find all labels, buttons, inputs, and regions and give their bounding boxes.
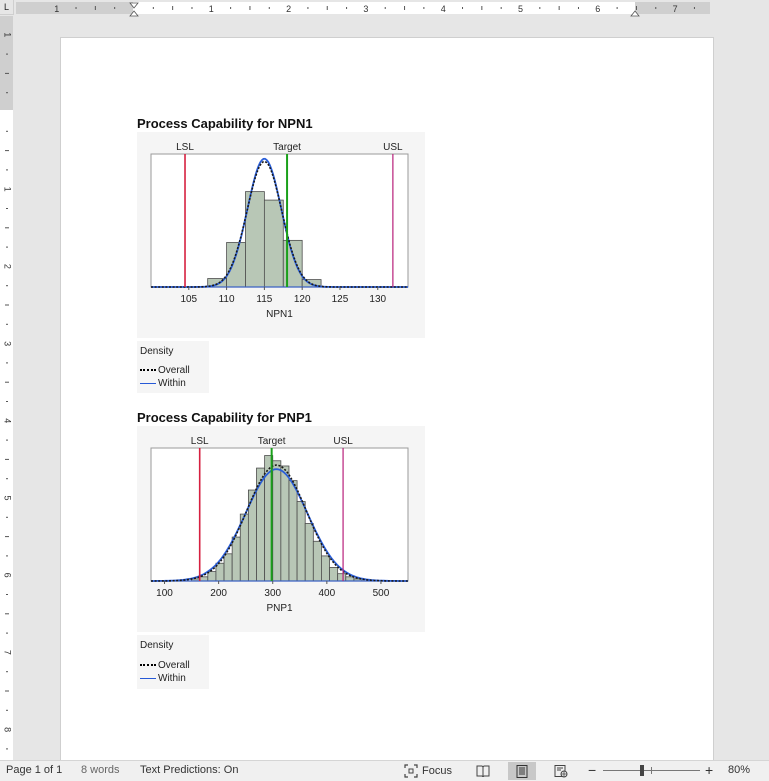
right-indent-marker <box>630 10 640 17</box>
zoom-out-button[interactable]: − <box>588 762 596 778</box>
histogram-bar <box>304 523 314 582</box>
x-axis-label: PNP1 <box>266 603 293 614</box>
ruler-number: 5 <box>518 4 523 14</box>
print-layout-button[interactable] <box>508 762 536 780</box>
x-tick-label: 300 <box>264 588 281 599</box>
histogram-bar <box>337 573 347 582</box>
histogram-bar <box>272 460 282 582</box>
histogram-bar <box>263 199 284 288</box>
ruler-number: 1 <box>3 32 13 37</box>
histogram-bar <box>280 465 290 582</box>
legend-within: Within <box>140 672 186 684</box>
x-tick-label: 100 <box>156 588 173 599</box>
legend-within-swatch <box>140 677 156 679</box>
x-tick-label: 120 <box>294 294 311 305</box>
ruler-number: 2 <box>3 264 13 269</box>
read-mode-button[interactable] <box>472 762 494 780</box>
legend-overall-swatch <box>140 369 156 371</box>
zoom-slider-center-mark <box>651 767 652 774</box>
spec-label-lsl: LSL <box>176 142 194 153</box>
zoom-slider-thumb[interactable] <box>639 765 644 776</box>
legend-overall: Overall <box>140 364 190 376</box>
x-tick-label: 125 <box>332 294 349 305</box>
x-axis-label: NPN1 <box>266 309 293 320</box>
word-count[interactable]: 8 words <box>81 764 120 776</box>
zoom-in-button[interactable]: + <box>705 762 713 778</box>
histogram-bar <box>312 540 322 582</box>
legend-overall: Overall <box>140 659 190 671</box>
legend-overall-swatch <box>140 664 156 666</box>
chart-title-pnp1: Process Capability for PNP1 <box>137 410 312 425</box>
first-line-indent-marker <box>129 2 139 9</box>
chart-npn1[interactable]: LSL Target USL 105 110 115 120 125 130 NPN1 <box>137 132 425 338</box>
page-count[interactable]: Page 1 of 1 <box>6 764 62 776</box>
histogram-pnp1: LSL Target USL 100 200 300 400 500 PNP1 <box>150 436 409 614</box>
legend-npn1[interactable]: Density Overall Within <box>137 341 209 393</box>
horizontal-ruler-marks: 1 1 2 3 4 5 6 7 <box>54 2 695 17</box>
zoom-level[interactable]: 80% <box>728 764 750 776</box>
ruler-number: 5 <box>3 495 13 500</box>
legend-title: Density <box>140 346 174 357</box>
ruler-number: 1 <box>3 187 13 192</box>
hanging-indent-marker <box>129 10 139 17</box>
histogram-bar <box>199 576 209 582</box>
legend-within-label: Within <box>158 672 186 684</box>
ruler-number: 7 <box>673 4 678 14</box>
document-page[interactable]: Process Capability for NPN1 LSL Target USL… <box>60 37 714 762</box>
ruler-number: 3 <box>3 341 13 346</box>
histogram-bar <box>256 467 266 582</box>
x-tick-label: 115 <box>256 294 272 305</box>
legend-overall-label: Overall <box>158 659 190 671</box>
x-tick-label: 400 <box>318 588 335 599</box>
legend-pnp1[interactable]: Density Overall Within <box>137 635 209 689</box>
histogram-bar <box>231 536 241 582</box>
legend-title: Density <box>140 640 174 651</box>
ruler-number: 1 <box>209 4 214 14</box>
histogram-bar <box>226 242 246 288</box>
x-tick-label: 200 <box>210 588 227 599</box>
ruler-number: 6 <box>3 573 13 578</box>
ruler-number: 6 <box>595 4 600 14</box>
ruler-number: 4 <box>3 418 13 423</box>
focus-icon <box>404 764 418 778</box>
print-layout-icon <box>516 764 528 778</box>
histogram-bar <box>223 553 233 582</box>
x-tick-label: 500 <box>373 588 390 599</box>
x-tick-label: 110 <box>219 294 235 305</box>
histogram-bar <box>288 480 298 582</box>
spec-label-usl: USL <box>333 436 353 447</box>
ruler-number: 2 <box>286 4 291 14</box>
ruler-number: 3 <box>363 4 368 14</box>
chart-title-npn1: Process Capability for NPN1 <box>137 116 313 131</box>
status-bar: Page 1 of 1 8 words Text Predictions: On… <box>0 760 769 781</box>
vertical-ruler-marks: 1 1 2 3 4 5 6 7 8 <box>3 32 13 750</box>
histogram-npn1: LSL Target USL 105 110 115 120 125 130 NPN1 <box>150 142 409 320</box>
legend-overall-label: Overall <box>158 364 190 376</box>
histogram-bar <box>321 555 330 582</box>
x-tick-label: 130 <box>369 294 386 305</box>
ruler-number: 1 <box>54 4 59 14</box>
web-layout-button[interactable] <box>550 762 572 780</box>
legend-within-swatch <box>140 382 156 384</box>
legend-within-label: Within <box>158 377 186 389</box>
book-icon <box>476 765 490 777</box>
histogram-bar <box>296 501 306 582</box>
text-predictions[interactable]: Text Predictions: On <box>140 764 238 776</box>
focus-label: Focus <box>422 765 452 777</box>
ruler-number: 4 <box>441 4 446 14</box>
x-tick-label: 105 <box>180 294 197 305</box>
ruler-number: 8 <box>3 727 13 732</box>
ruler-number: 7 <box>3 650 13 655</box>
chart-pnp1[interactable]: LSL Target USL 100 200 300 400 500 PNP1 <box>137 426 425 632</box>
spec-label-target: Target <box>273 142 301 153</box>
histogram-bar <box>329 567 339 582</box>
legend-within: Within <box>140 377 186 389</box>
web-layout-icon <box>554 764 568 777</box>
spec-label-target: Target <box>258 436 286 447</box>
spec-label-lsl: LSL <box>191 436 209 447</box>
spec-label-usl: USL <box>383 142 403 153</box>
focus-button[interactable]: Focus <box>402 762 454 780</box>
